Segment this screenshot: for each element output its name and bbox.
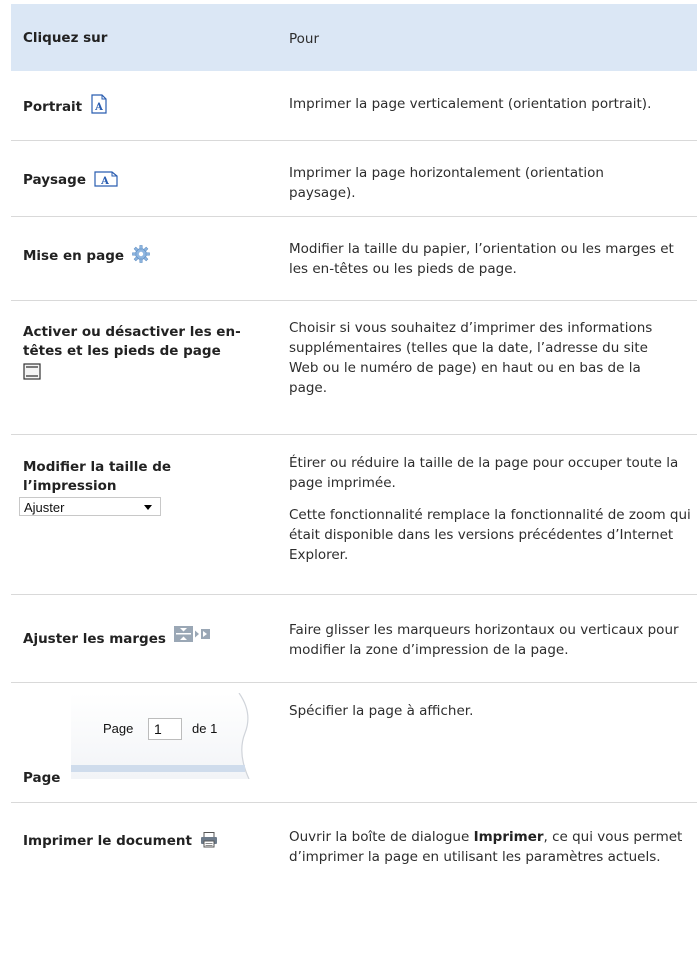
header-footer-icon[interactable] (23, 363, 41, 380)
row-description: Choisir si vous souhaitez d’imprimer des… (289, 320, 653, 396)
print-size-desc-2: Cette fonctionnalité remplace la fonctio… (289, 507, 691, 563)
row-description: Imprimer la page verticalement (orientat… (289, 96, 652, 112)
row-label: Mise en page (23, 245, 273, 269)
gear-icon[interactable] (131, 245, 150, 269)
table-row: Ajuster les marges Faire glisser les mar… (11, 595, 697, 683)
header-col-click: Cliquez sur (23, 30, 108, 46)
row-description: Imprimer la page horizontalement (orient… (289, 165, 604, 201)
page-setup-label: Mise en page (23, 248, 125, 264)
landscape-icon[interactable]: A (94, 171, 118, 193)
row-label: Activer ou désactiver les en-têtes et le… (23, 323, 263, 380)
row-label: Modifier la taille de l’impression (23, 458, 223, 496)
page-label: Page (23, 770, 61, 786)
print-desc-before: Ouvrir la boîte de dialogue (289, 829, 474, 845)
print-dialog-name: Imprimer (473, 829, 544, 845)
table-row: Modifier la taille de l’impression Ajust… (11, 435, 697, 595)
svg-text:A: A (100, 176, 109, 187)
row-description: Spécifier la page à afficher. (289, 703, 474, 719)
svg-text:A: A (94, 102, 103, 113)
row-description: Ouvrir la boîte de dialogue Imprimer, ce… (289, 827, 684, 867)
row-description: Modifier la taille du papier, l’orientat… (289, 241, 674, 277)
row-label: Portrait A (23, 94, 273, 120)
margins-label: Ajuster les marges (23, 631, 166, 647)
page-number-input[interactable]: 1 (148, 718, 182, 740)
table-row: Paysage A Imprimer la page horizontaleme… (11, 141, 697, 217)
print-size-desc-1: Étirer ou réduire la taille de la page p… (289, 455, 679, 491)
row-label: Paysage A (23, 171, 273, 193)
table-row: Page Page 1 de 1 Spécifier la page à aff… (11, 683, 697, 803)
printer-icon[interactable] (200, 832, 218, 854)
print-size-label: Modifier la taille de l’impression (23, 459, 172, 494)
table-row: Portrait A Imprimer la page verticalemen… (11, 71, 697, 141)
header-col-purpose: Pour (289, 31, 320, 47)
row-description: Faire glisser les marqueurs horizontaux … (289, 622, 679, 658)
table-row: Mise en page Modifier la taille du papie… (11, 217, 697, 301)
table-header: Cliquez sur Pour (11, 4, 697, 71)
row-description: Étirer ou réduire la taille de la page p… (289, 453, 694, 565)
row-label: Ajuster les marges (23, 625, 273, 649)
chevron-down-icon (144, 505, 152, 510)
landscape-label: Paysage (23, 172, 86, 188)
pager-prefix: Page (103, 721, 134, 736)
portrait-label: Portrait (23, 99, 83, 115)
print-document-label: Imprimer le document (23, 833, 192, 849)
pager-suffix: de 1 (192, 721, 218, 736)
table-row: Activer ou désactiver les en-têtes et le… (11, 301, 697, 435)
page-navigator: Page 1 de 1 (71, 693, 253, 779)
print-size-select[interactable]: Ajuster (19, 497, 161, 516)
portrait-icon[interactable]: A (90, 94, 108, 120)
table-row: Imprimer le document Ouvrir la boîte de … (11, 803, 697, 913)
help-table: Cliquez sur Pour Portrait A Imprimer la … (11, 4, 697, 913)
print-size-select-value: Ajuster (24, 500, 65, 515)
header-footer-label: Activer ou désactiver les en-têtes et le… (23, 324, 241, 359)
margins-icon[interactable] (173, 625, 212, 649)
row-label: Imprimer le document (23, 832, 273, 854)
